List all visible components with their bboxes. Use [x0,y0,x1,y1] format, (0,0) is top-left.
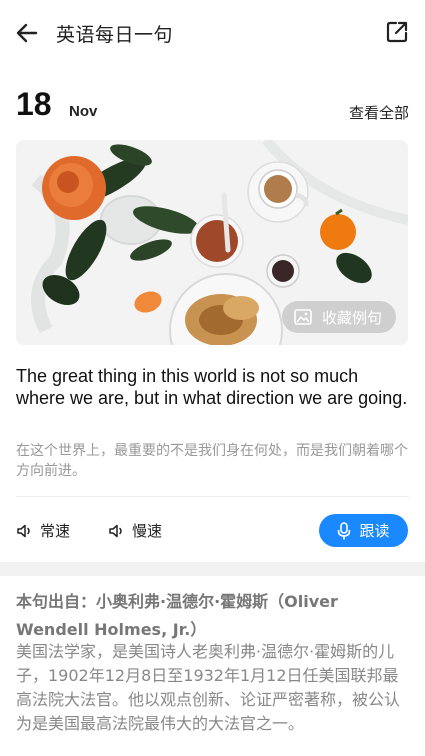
source-description: 美国法学家，是美国诗人老奥利弗·温德尔·霍姆斯的儿子，1902年12月8日至19… [16,642,401,733]
date-month: Nov [69,103,98,120]
source-heading: 本句出自：小奥利弗·温德尔·霍姆斯（Oliver Wendell Holmes,… [16,592,338,639]
english-sentence: The great thing in this world is not so … [16,366,408,408]
daily-photo: 收藏例句 [16,140,408,345]
view-all-link[interactable]: 查看全部 [349,102,409,123]
back-arrow-icon[interactable] [14,20,40,46]
favorite-sentence-label: 收藏例句 [321,308,382,327]
page-title: 英语每日一句 [56,24,174,46]
normal-speed-label: 常速 [40,522,71,540]
read-along-label: 跟读 [359,522,390,540]
read-along-button[interactable]: 跟读 [319,514,408,547]
speaker-icon [17,524,30,537]
image-icon [294,309,312,325]
microphone-icon [338,521,351,540]
divider [16,496,409,497]
normal-speed-button[interactable]: 常速 [16,520,70,541]
favorite-sentence-button[interactable]: 收藏例句 [281,301,396,333]
share-icon[interactable] [385,20,409,44]
date-day: 18 [16,86,52,122]
date-row: 18 Nov 查看全部 [16,86,409,126]
app-header: 英语每日一句 [0,0,425,66]
speaker-icon [109,524,122,537]
slow-speed-button[interactable]: 慢速 [108,520,162,541]
chinese-translation: 在这个世界上，最重要的不是我们身在何处，而是我们朝着哪个方向前进。 [16,443,408,479]
slow-speed-label: 慢速 [132,522,163,540]
